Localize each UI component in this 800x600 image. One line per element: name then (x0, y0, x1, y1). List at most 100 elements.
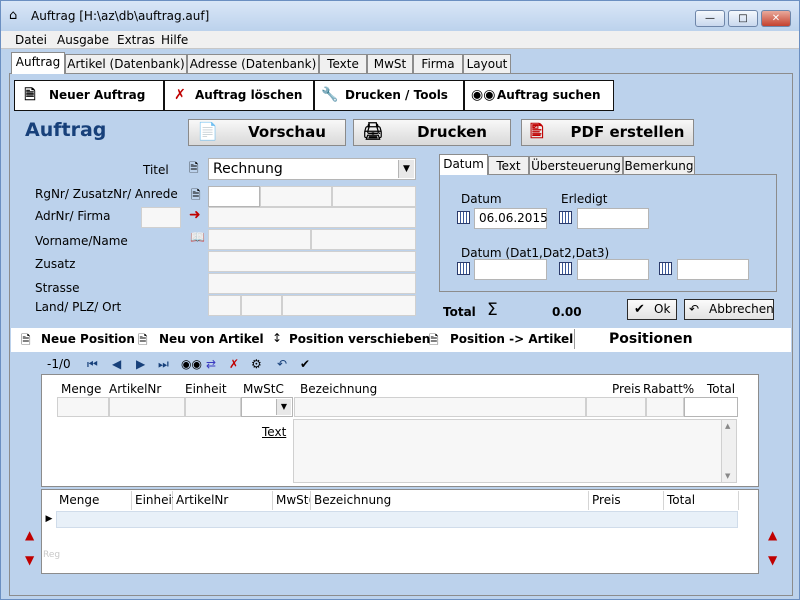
dat2-field[interactable] (577, 259, 649, 280)
scroll-up-icon[interactable]: ▲ (725, 422, 730, 430)
tab-mwst[interactable]: MwSt (367, 54, 413, 74)
artikelnr-input[interactable] (109, 397, 185, 417)
menge-input[interactable] (57, 397, 109, 417)
position-verschieben-button[interactable]: Position verschieben (289, 332, 430, 346)
chevron-down-icon[interactable]: ▼ (276, 399, 291, 415)
col-bezeichnung: Bezeichnung (300, 382, 378, 396)
col-rabatt: Rabatt% (643, 382, 695, 396)
menu-ausgabe[interactable]: Ausgabe (57, 33, 109, 47)
total-input[interactable] (684, 397, 738, 417)
new-document-icon: 🗎 (24, 87, 36, 103)
titel-select[interactable]: Rechnung ▼ (208, 158, 416, 180)
dat3-field[interactable] (677, 259, 749, 280)
next-record-icon[interactable]: ▶ (136, 357, 145, 371)
text-link[interactable]: Text (262, 425, 286, 439)
col-artikelnr: ArtikelNr (109, 382, 162, 396)
preis-input[interactable] (586, 397, 646, 417)
dat1-field[interactable] (474, 259, 547, 280)
calendar-icon[interactable] (559, 262, 572, 275)
neuer-auftrag-button[interactable]: 🗎 Neuer Auftrag (14, 80, 164, 111)
text-scrollbar[interactable]: ▲ ▼ (721, 420, 736, 482)
previous-record-icon[interactable]: ◀ (112, 357, 121, 371)
move-down-icon[interactable]: ▼ (768, 553, 777, 567)
move-up-icon[interactable]: ▲ (25, 528, 34, 542)
maximize-button[interactable]: □ (728, 10, 758, 27)
delete-icon[interactable]: ✗ (229, 357, 239, 371)
binoculars-icon[interactable]: ◉◉ (181, 357, 202, 371)
abbrechen-button[interactable]: ↶ Abbrechen (684, 299, 774, 320)
vorschau-button[interactable]: 📄 Vorschau (188, 119, 346, 146)
undo-icon[interactable]: ↶ (277, 357, 287, 371)
tab-layout[interactable]: Layout (463, 54, 511, 74)
last-record-icon[interactable]: ⏭ (158, 357, 169, 372)
ok-button[interactable]: ✔ Ok (627, 299, 677, 320)
tab-firma[interactable]: Firma (413, 54, 463, 74)
row-indicator-icon: ▶ (45, 514, 53, 524)
position-artikel-button[interactable]: Position -> Artikel (450, 332, 573, 346)
tab-bemerkung[interactable]: Bemerkung (623, 156, 695, 175)
menu-datei[interactable]: Datei (15, 33, 47, 47)
watermark-text: Reg (43, 550, 61, 560)
rabatt-input[interactable] (646, 397, 684, 417)
rgnr-field[interactable] (208, 186, 260, 207)
zusatznr-field[interactable] (260, 186, 332, 207)
menu-extras[interactable]: Extras (117, 33, 155, 47)
col-einheit: Einheit (185, 382, 227, 396)
rgnr-label: RgNr/ ZusatzNr/ Anrede (35, 187, 178, 201)
neu-von-artikel-button[interactable]: Neu von Artikel (159, 332, 264, 346)
datum-field[interactable]: 06.06.2015 (474, 208, 548, 229)
calendar-icon[interactable] (659, 262, 672, 275)
pdf-erstellen-button[interactable]: 🖺 PDF erstellen (521, 119, 694, 146)
zusatz-field[interactable] (208, 251, 416, 272)
firma-field[interactable] (208, 207, 416, 228)
arrow-right-icon[interactable]: ➜ (189, 207, 201, 223)
mwstc-select[interactable]: ▼ (241, 397, 293, 417)
vorname-field[interactable] (208, 229, 311, 250)
drucken-tools-button[interactable]: 🔧 Drucken / Tools (314, 80, 464, 111)
move-up-icon[interactable]: ▲ (768, 528, 777, 542)
ort-field[interactable] (282, 295, 416, 316)
close-button[interactable]: ✕ (761, 10, 791, 27)
tab-text[interactable]: Text (488, 156, 529, 175)
scroll-down-icon[interactable]: ▼ (725, 472, 730, 480)
name-field[interactable] (311, 229, 416, 250)
anrede-field[interactable] (332, 186, 416, 207)
auftrag-suchen-button[interactable]: ◉◉ Auftrag suchen (464, 80, 614, 111)
strasse-field[interactable] (208, 273, 416, 294)
land-plz-ort-label: Land/ PLZ/ Ort (35, 300, 122, 314)
land-field[interactable] (208, 295, 241, 316)
plz-field[interactable] (241, 295, 282, 316)
tools-icon[interactable]: ⚙ (251, 357, 262, 371)
table-row[interactable] (56, 511, 738, 528)
grid-col-menge: Menge (56, 491, 132, 510)
bezeichnung-input[interactable] (294, 397, 586, 417)
auftrag-loeschen-button[interactable]: ✗ Auftrag löschen (164, 80, 314, 111)
drucken-button[interactable]: 🖨 Drucken (353, 119, 511, 146)
einheit-input[interactable] (185, 397, 241, 417)
chevron-down-icon[interactable]: ▼ (398, 160, 414, 178)
text-area[interactable]: ▲ ▼ (293, 419, 737, 483)
minimize-button[interactable]: — (695, 10, 725, 27)
positions-grid: Menge Einheit ArtikelNr MwSt( Bezeichnun… (41, 489, 759, 574)
address-book-icon[interactable]: 📖 (190, 230, 205, 244)
move-down-icon[interactable]: ▼ (25, 553, 34, 567)
calendar-icon[interactable] (457, 262, 470, 275)
tab-auftrag[interactable]: Auftrag (11, 52, 65, 74)
tab-uebersteuerung[interactable]: Übersteuerung (529, 156, 623, 175)
calendar-icon[interactable] (457, 211, 470, 224)
refresh-icon[interactable]: ⇄ (206, 357, 216, 371)
house-icon: ⌂ (9, 8, 18, 23)
first-record-icon[interactable]: ⏮ (87, 357, 98, 372)
tab-artikel[interactable]: Artikel (Datenbank) (65, 54, 187, 74)
binoculars-icon: ◉◉ (471, 87, 496, 103)
neue-position-button[interactable]: Neue Position (41, 332, 135, 346)
calendar-icon[interactable] (559, 211, 572, 224)
total-label: Total (443, 305, 476, 319)
erledigt-field[interactable] (577, 208, 649, 229)
tab-adresse[interactable]: Adresse (Datenbank) (187, 54, 319, 74)
menu-hilfe[interactable]: Hilfe (161, 33, 188, 47)
checkmark-icon[interactable]: ✔ (300, 357, 310, 371)
adrnr-field[interactable] (141, 207, 181, 228)
tab-texte[interactable]: Texte (319, 54, 367, 74)
tab-datum[interactable]: Datum (439, 154, 488, 175)
